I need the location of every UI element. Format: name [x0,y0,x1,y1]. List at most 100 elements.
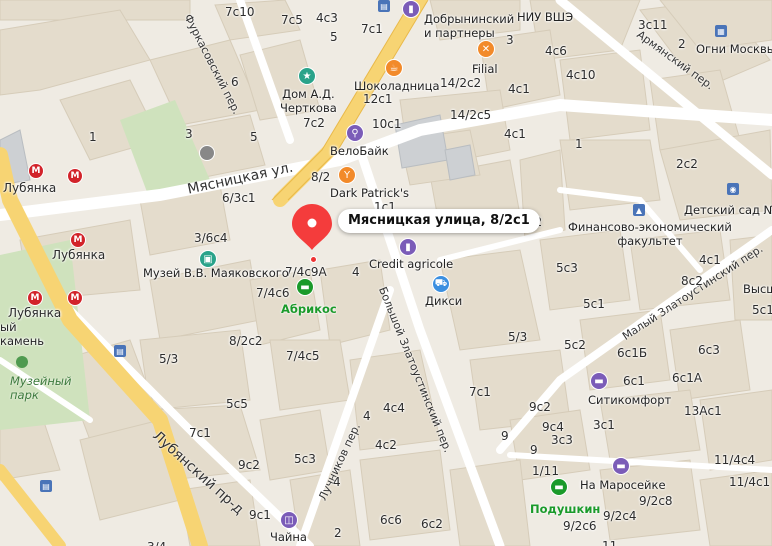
house-number: 4с1 [699,253,721,267]
poi-label-mayakovsky-museum[interactable]: Музей В.В. Маяковского [143,266,289,280]
hotel-icon[interactable]: ▬ [612,457,630,475]
metro-label-lubyanka[interactable]: Лубянка [8,306,61,320]
metro-label-lubyanka[interactable]: Лубянка [3,181,56,195]
house-number: 5/3 [159,352,179,366]
hotel-icon[interactable]: ▬ [296,278,314,296]
pin-dot [310,256,317,263]
house-number: 1 [575,137,583,151]
house-number: 4 [333,475,341,489]
metro-icon[interactable]: М [27,290,43,306]
house-number: 3с3 [551,433,573,447]
house-number: 9с2 [529,400,551,414]
bar-icon[interactable]: Y [338,166,356,184]
house-number: 7/4с5 [286,349,320,363]
house-number: 14/2с5 [450,108,492,122]
university-icon: ▲ [633,204,645,216]
metro-label-lubyanka[interactable]: Лубянка [52,248,105,262]
poi-label-na-maroseyke[interactable]: На Маросейке [580,478,666,492]
house-number: 1 [89,130,97,144]
house-number: 6с2 [421,517,443,531]
house-number: 5/3 [508,330,528,344]
house-number: 11/4с1 [729,475,771,489]
house-number: 5с1 [752,303,772,317]
house-number: 3/6с4 [194,231,228,245]
house-number: 5 [330,30,338,44]
house-number: 9/2с6 [563,519,597,533]
bank-icon[interactable]: ▮ [399,238,417,256]
house-number: 6с3 [698,343,720,357]
cafe-icon[interactable]: ☕ [385,59,403,77]
poi-label-abrikos[interactable]: Абрикос [281,302,337,316]
park-tree-icon [16,356,28,368]
metro-icon[interactable]: М [70,232,86,248]
house-number: 9 [530,443,538,457]
poi-label-vysh[interactable]: Высш [743,282,772,296]
house-number: 2 [334,526,342,540]
house-number: 8/2с2 [229,334,263,348]
bank-icon[interactable]: ▮ [402,0,420,18]
kindergarten-icon: ◉ [727,183,739,195]
house-number: 3с1 [593,418,615,432]
house-number: 4с6 [545,44,567,58]
house-number: 7с1 [469,385,491,399]
house-number: 11 [602,539,618,546]
star-icon[interactable]: ★ [298,67,316,85]
house-number: 3с11 [638,18,668,32]
poi-label-dobryninsky[interactable]: Добрынинский и партнеры [424,12,514,40]
house-number: 5с3 [294,452,316,466]
building-icon: ▦ [715,25,727,37]
house-number: 6с1А [672,371,703,385]
house-number: 7с2 [303,116,325,130]
poi-label-diksi[interactable]: Дикси [425,294,462,308]
poi-label-niu-vshe[interactable]: НИУ ВШЭ [517,10,573,24]
poi-label-velobike[interactable]: ВелоБайк [330,144,389,158]
poi-label-detsky-sad[interactable]: Детский сад № 2 [684,203,772,217]
house-number: 9с4 [542,420,564,434]
shopping-cart-icon[interactable]: ⛟ [432,275,450,293]
restaurant-icon[interactable]: ✕ [477,40,495,58]
house-number: 4с2 [375,438,397,452]
hotel-icon[interactable]: ▬ [550,478,568,496]
bicycle-icon[interactable]: ⚲ [346,124,364,142]
map-view[interactable]: Мясницкая ул. Фуркасовский пер. Армянски… [0,0,772,546]
metro-icon[interactable]: М [67,290,83,306]
poi-label-chertkov-house[interactable]: Дом А.Д. Черткова [280,87,337,115]
house-number: 6с6 [380,513,402,527]
house-number: 9с2 [238,458,260,472]
poi-label-podushkin[interactable]: Подушкин [530,502,600,516]
selected-address-callout[interactable]: Мясницкая улица, 8/2с1 [338,209,540,233]
house-number: 1/11 [532,464,559,478]
poi-label-credit-agricole[interactable]: Credit agricole [369,257,453,271]
bus-stop-icon: ▤ [378,0,390,12]
house-number: 6с1Б [617,346,648,360]
house-number: 3/4 [147,540,166,546]
bus-stop-icon: ▤ [114,345,126,357]
poi-label-fin-ekon[interactable]: Финансово-экономический факультет [568,220,732,248]
park-label: Музейный парк [10,374,72,402]
house-number: 6с1 [623,374,645,388]
tea-icon[interactable]: ◫ [280,511,298,529]
poi-label-filial[interactable]: Filial [472,62,498,76]
house-number: 12с1 [363,92,393,106]
house-number: 3 [185,127,193,141]
metro-icon[interactable]: М [28,163,44,179]
house-number: 5 [250,130,258,144]
poi-label-sitikomfort[interactable]: Ситикомфорт [588,393,671,407]
bus-stop-icon: ▤ [40,480,52,492]
poi-label-shokoladnitsa[interactable]: Шоколадница [354,79,440,93]
house-number: 14/2с2 [440,76,482,90]
metro-icon[interactable]: М [67,168,83,184]
house-number: 8/2 [311,170,331,184]
house-number: 7с1 [361,22,383,36]
hotel-icon[interactable]: ▬ [590,372,608,390]
location-pin-icon[interactable] [290,202,334,252]
house-number: 6 [231,75,239,89]
house-number: 5с5 [226,397,248,411]
house-number: 10с1 [372,117,402,131]
poi-label-chaina[interactable]: Чайна [270,530,307,544]
house-number: 7с1 [189,426,211,440]
house-number: 8с2 [681,274,703,288]
house-number: 7/4с6 [256,286,290,300]
poi-label-dark-patricks[interactable]: Dark Patrick's [330,186,409,200]
poi-label-ogni-moskvy[interactable]: Огни Москвы [696,42,772,56]
